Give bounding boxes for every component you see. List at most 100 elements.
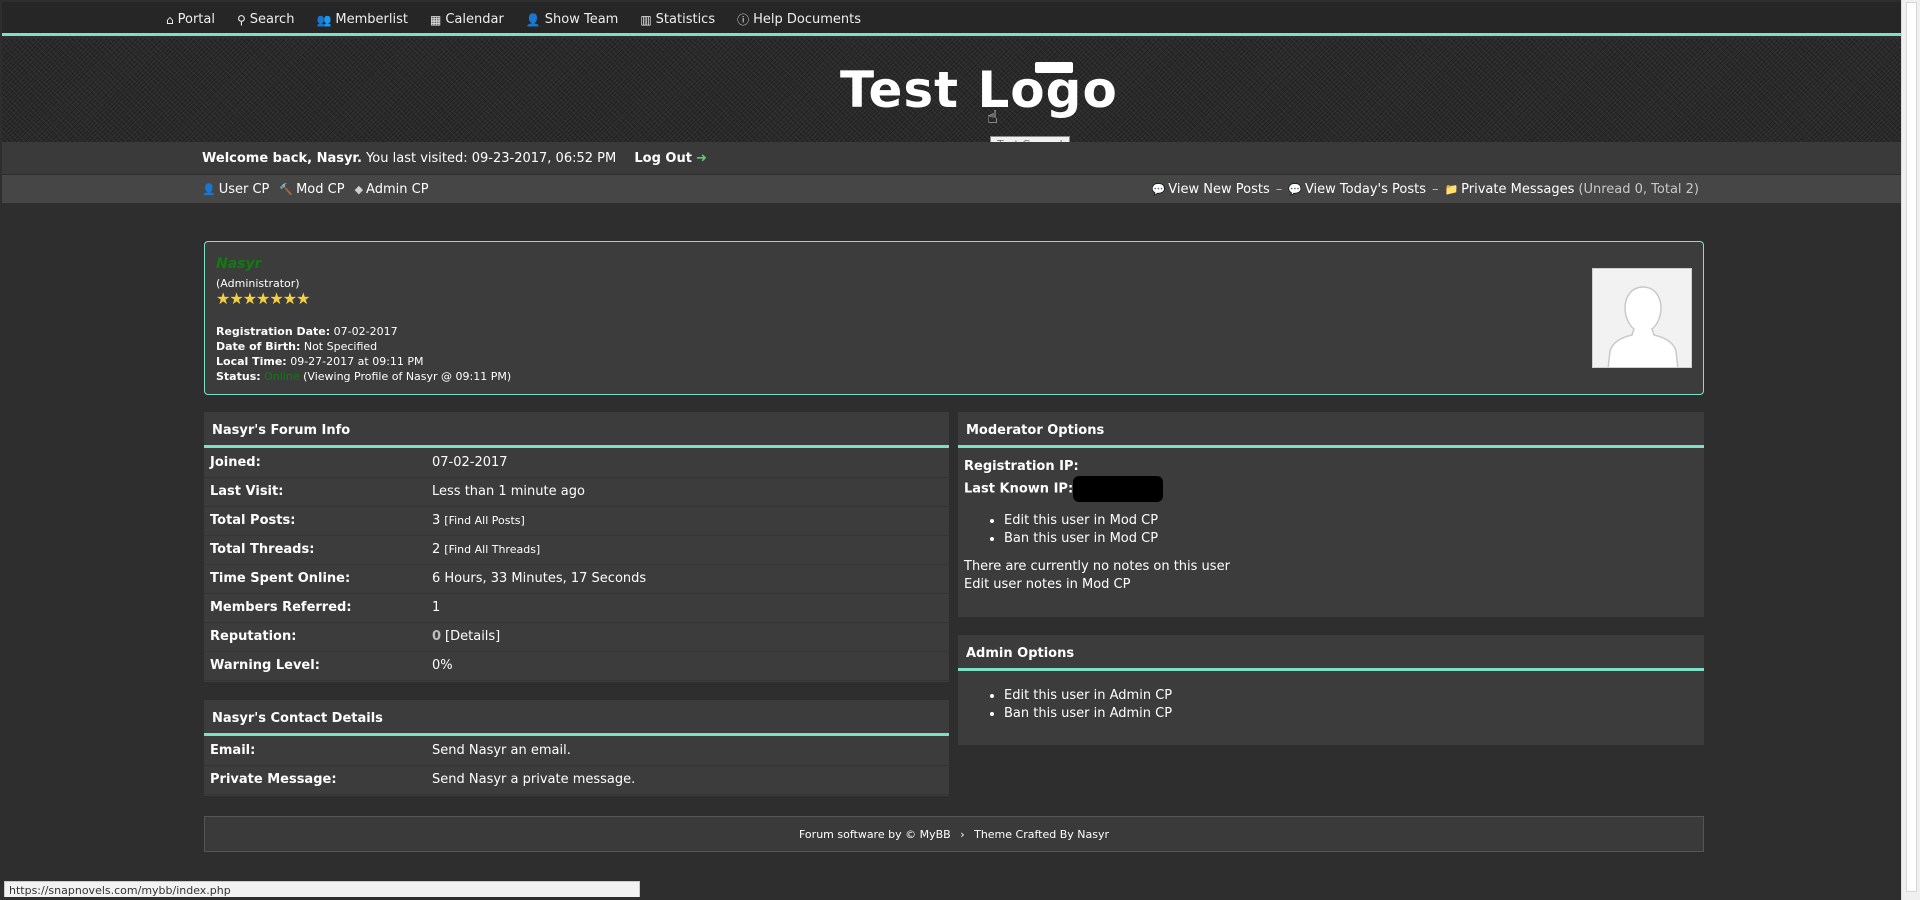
contact-link[interactable]: Send Nasyr a private message. xyxy=(426,765,949,795)
separator: – xyxy=(1275,182,1283,197)
nav-item-search[interactable]: ⚲ Search xyxy=(237,11,294,28)
contact-details-table: Nasyr's Contact Details Email: Send Nasyr… xyxy=(204,700,949,796)
default-avatar-icon xyxy=(1593,269,1691,367)
dob-label: Date of Birth: xyxy=(216,340,301,353)
nav-label: Calendar xyxy=(445,12,504,27)
row-value: Less than 1 minute ago xyxy=(432,484,585,499)
moderator-options-title: Moderator Options xyxy=(958,412,1704,448)
logo-tab-mark xyxy=(1035,62,1073,73)
row-value: 6 Hours, 33 Minutes, 17 Seconds xyxy=(432,571,647,586)
last-ip-label: Last Known IP: xyxy=(964,481,1074,497)
edit-notes-link[interactable]: Edit user notes in Mod CP xyxy=(964,576,1698,594)
site-logo[interactable]: Test Logo xyxy=(840,61,1118,119)
welcome-text: Welcome back, Nasyr. xyxy=(202,151,362,166)
view-new-posts-link[interactable]: 💬 View New Posts xyxy=(1152,182,1270,197)
row-value-cell: 1 xyxy=(426,593,949,623)
row-value: 0 xyxy=(432,629,442,644)
admin-cp-link[interactable]: ◆ Admin CP xyxy=(355,182,429,197)
calendar-icon: ▦ xyxy=(429,12,442,27)
footer-theme-credit[interactable]: Theme Crafted By Nasyr xyxy=(974,828,1109,841)
nav-item-help-documents[interactable]: ⓘ Help Documents xyxy=(737,11,861,28)
vertical-scrollbar[interactable] xyxy=(1901,0,1920,900)
row-label: Last Visit: xyxy=(204,477,426,507)
status-label: Status: xyxy=(216,370,261,383)
nav-item-memberlist[interactable]: 👥 Memberlist xyxy=(316,11,408,28)
contact-link[interactable]: Send Nasyr an email. xyxy=(426,736,949,766)
row-extra-link[interactable]: [Details] xyxy=(445,629,500,644)
admin-links-list: Edit this user in Admin CPBan this user … xyxy=(1004,687,1698,723)
nav-label: Show Team xyxy=(544,12,619,27)
table-row: Reputation: 0 [Details] xyxy=(204,622,949,652)
welcome-bar: Welcome back, Nasyr. You last visited: 0… xyxy=(2,142,1901,174)
panel-links-bar: 👤 User CP 🔨 Mod CP ◆ Admin CP 💬 View New Pos… xyxy=(2,175,1901,203)
admin-option-link[interactable]: Edit this user in Admin CP xyxy=(1004,687,1698,705)
footer-software-link[interactable]: Forum software by © MyBB xyxy=(799,828,951,841)
row-value: 0% xyxy=(432,658,453,673)
table-row: Warning Level: 0% xyxy=(204,651,949,681)
profile-card: Nasyr (Administrator) ★★★★★★★ Registrati… xyxy=(204,241,1704,395)
table-row: Private Message: Send Nasyr a private mes… xyxy=(204,765,949,795)
mod-cp-link[interactable]: 🔨 Mod CP xyxy=(279,182,344,197)
nav-list: ⌂ Portal ⚲ Search 👥 Memberlist ▦ Calendar 👤 Show … xyxy=(166,11,883,28)
admin-cp-label: Admin CP xyxy=(366,182,429,197)
private-messages-link[interactable]: 📁 Private Messages xyxy=(1444,182,1574,197)
site-header: Test Logo xyxy=(2,39,1901,142)
row-label: Total Posts: xyxy=(204,506,426,536)
browser-status-url: https://snapnovels.com/mybb/index.php xyxy=(4,881,640,897)
logout-label: Log Out xyxy=(634,151,692,166)
user-icon: 👤 xyxy=(525,12,541,27)
search-icon: ⚲ xyxy=(236,12,246,27)
browser-viewport: ⌂ Portal ⚲ Search 👥 Memberlist ▦ Calendar 👤 Show … xyxy=(2,2,1901,897)
separator: – xyxy=(1431,182,1439,197)
row-extra-link[interactable]: [Find All Threads] xyxy=(444,543,540,556)
nav-label: Search xyxy=(249,12,295,27)
comments-icon: 💬 xyxy=(1151,183,1166,196)
nav-label: Help Documents xyxy=(753,12,862,27)
bar-chart-icon: ▥ xyxy=(640,12,652,27)
profile-details: Registration Date: 07-02-2017 Date of Bi… xyxy=(216,324,511,384)
forum-info-rows: Joined: 07-02-2017 Last Visit: Less than 1 … xyxy=(204,448,949,681)
row-value-cell: 6 Hours, 33 Minutes, 17 Seconds xyxy=(426,564,949,594)
row-value: 2 xyxy=(432,542,441,557)
row-value-cell: 0% xyxy=(426,651,949,681)
row-label: Members Referred: xyxy=(204,593,426,623)
nav-item-statistics[interactable]: ▥ Statistics xyxy=(640,11,715,28)
redacted-ip xyxy=(1073,476,1164,502)
user-icon: 👤 xyxy=(202,183,216,196)
top-nav: ⌂ Portal ⚲ Search 👥 Memberlist ▦ Calendar 👤 Show … xyxy=(2,2,1901,36)
pm-counts: (Unread 0, Total 2) xyxy=(1578,182,1699,197)
view-todays-posts-link[interactable]: 💬 View Today's Posts xyxy=(1288,182,1426,197)
last-visit-text: You last visited: 09-23-2017, 06:52 PM xyxy=(361,151,617,166)
admin-option-link[interactable]: Ban this user in Admin CP xyxy=(1004,705,1698,723)
gavel-icon: 🔨 xyxy=(279,183,294,196)
mod-option-link[interactable]: Edit this user in Mod CP xyxy=(1004,512,1698,530)
view-new-posts-label: View New Posts xyxy=(1168,182,1270,197)
mod-links-list: Edit this user in Mod CPBan this user in… xyxy=(1004,512,1698,548)
scrollbar-thumb[interactable] xyxy=(1906,2,1917,892)
user-cp-link[interactable]: 👤 User CP xyxy=(202,182,269,197)
registration-value: 07-02-2017 xyxy=(333,325,398,338)
row-value: 07-02-2017 xyxy=(432,454,508,470)
table-row: Members Referred: 1 xyxy=(204,593,949,623)
nav-label: Portal xyxy=(177,12,215,27)
nav-item-calendar[interactable]: ▦ Calendar xyxy=(430,11,504,28)
row-value-cell: 2 [Find All Threads] xyxy=(426,535,949,565)
mod-option-link[interactable]: Ban this user in Mod CP xyxy=(1004,530,1698,548)
status-row: Status: Online (Viewing Profile of Nasyr… xyxy=(216,369,511,384)
forum-info-title: Nasyr's Forum Info xyxy=(204,412,949,448)
admin-options-title: Admin Options xyxy=(958,635,1704,671)
table-row: Total Posts: 3 [Find All Posts] xyxy=(204,506,949,536)
home-icon: ⌂ xyxy=(166,12,174,27)
nav-item-portal[interactable]: ⌂ Portal xyxy=(166,11,215,28)
forum-info-table: Nasyr's Forum Info Joined: 07-02-2017 Last… xyxy=(204,412,949,682)
row-value: 1 xyxy=(432,600,441,615)
logout-link[interactable]: Log Out ➜ xyxy=(634,151,706,166)
row-label: Time Spent Online: xyxy=(204,564,426,594)
table-row: Last Visit: Less than 1 minute ago xyxy=(204,477,949,507)
nav-item-show-team[interactable]: 👤 Show Team xyxy=(526,11,619,28)
diamond-icon: ◆ xyxy=(354,183,364,196)
row-extra-link[interactable]: [Find All Posts] xyxy=(444,514,525,527)
table-row: Email: Send Nasyr an email. xyxy=(204,736,949,766)
private-messages-label: Private Messages xyxy=(1461,182,1575,197)
row-value-cell: 07-02-2017 xyxy=(426,448,949,478)
